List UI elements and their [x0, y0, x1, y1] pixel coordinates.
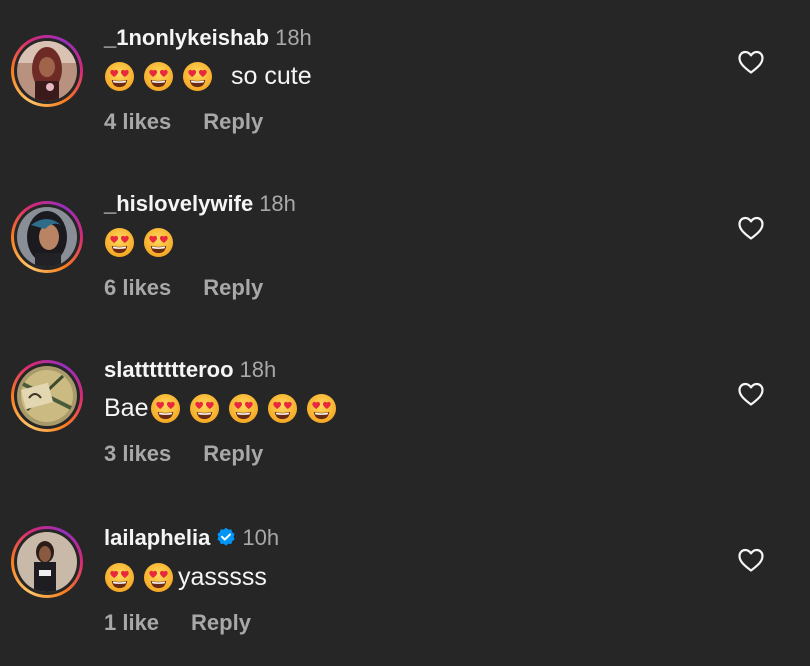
username[interactable]: lailaphelia — [104, 525, 210, 550]
reply-button[interactable]: Reply — [203, 275, 263, 300]
heart-eyes-emoji-icon — [306, 393, 337, 424]
comment-item: _1nonlykeishab 18h so cute 4 likes Reply — [0, 0, 810, 166]
timestamp: 18h — [239, 357, 277, 382]
likes-count[interactable]: 4 likes — [104, 109, 171, 134]
heart-eyes-emoji-icon — [143, 227, 174, 258]
likes-count[interactable]: 1 like — [104, 610, 159, 635]
heart-outline-icon[interactable] — [737, 49, 765, 75]
comment-text: Bae — [104, 391, 345, 425]
comment-text: yasssss — [104, 560, 269, 594]
heart-eyes-emoji-icon — [267, 393, 298, 424]
reply-button[interactable]: Reply — [191, 610, 251, 635]
heart-eyes-emoji-icon — [228, 393, 259, 424]
reply-button[interactable]: Reply — [203, 109, 263, 134]
likes-count[interactable]: 6 likes — [104, 275, 171, 300]
username[interactable]: slattttttteroo — [104, 357, 234, 382]
timestamp: 18h — [259, 191, 296, 216]
heart-eyes-emoji-icon — [143, 61, 174, 92]
avatar[interactable] — [11, 35, 83, 107]
comment-body: yasssss — [178, 562, 267, 591]
heart-eyes-emoji-icon — [143, 562, 174, 593]
comment-body: so cute — [231, 61, 312, 90]
avatar[interactable] — [11, 526, 83, 598]
timestamp: 10h — [242, 525, 280, 550]
heart-eyes-emoji-icon — [104, 227, 135, 258]
comment-text: so cute — [104, 59, 312, 93]
comment-item: lailaphelia 10h yasssss 1 like Reply — [0, 500, 810, 666]
username[interactable]: _hislovelywife — [104, 191, 253, 216]
heart-eyes-emoji-icon — [150, 393, 181, 424]
heart-eyes-emoji-icon — [182, 61, 213, 92]
heart-outline-icon[interactable] — [737, 381, 765, 407]
verified-badge-icon — [217, 527, 235, 546]
likes-count[interactable]: 3 likes — [104, 441, 171, 466]
avatar[interactable] — [11, 201, 83, 273]
timestamp: 18h — [275, 25, 312, 50]
heart-outline-icon[interactable] — [737, 547, 765, 573]
comment-text — [104, 225, 182, 259]
heart-eyes-emoji-icon — [104, 562, 135, 593]
reply-button[interactable]: Reply — [203, 441, 263, 466]
comment-item: slattttttteroo 18h Bae 3 likes Reply — [0, 332, 810, 498]
heart-eyes-emoji-icon — [189, 393, 220, 424]
username[interactable]: _1nonlykeishab — [104, 25, 269, 50]
heart-eyes-emoji-icon — [104, 61, 135, 92]
comment-body: Bae — [104, 393, 149, 422]
heart-outline-icon[interactable] — [737, 215, 765, 241]
comment-item: _hislovelywife 18h 6 likes Reply — [0, 166, 810, 332]
avatar[interactable] — [11, 360, 83, 432]
